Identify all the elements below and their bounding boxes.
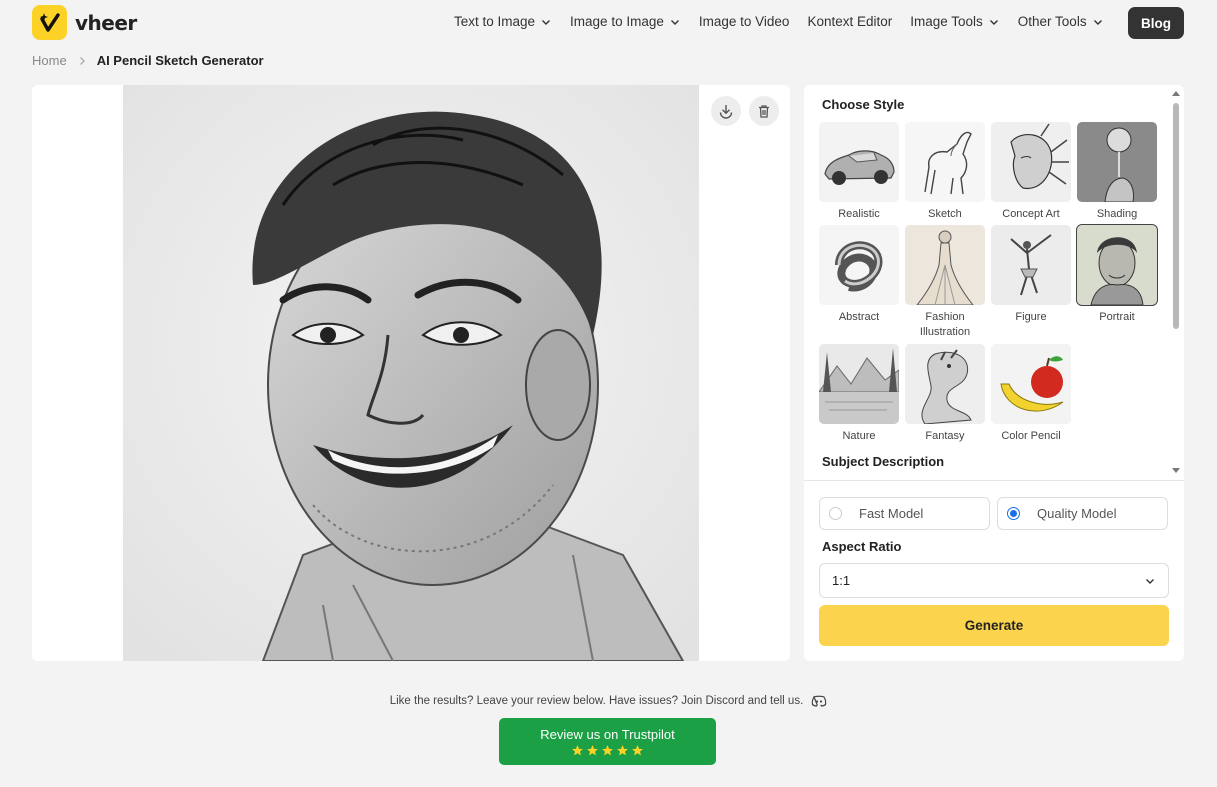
- style-thumbnail: [991, 225, 1071, 305]
- style-option-concept-art[interactable]: Concept Art: [991, 122, 1071, 222]
- page-title: AI Pencil Sketch Generator: [96, 53, 264, 68]
- style-label: Portrait: [1099, 311, 1135, 323]
- radio-button[interactable]: [829, 507, 842, 520]
- style-option-figure[interactable]: Figure: [991, 225, 1071, 325]
- style-label: Abstract: [838, 311, 880, 323]
- nav-kontext-editor[interactable]: Kontext Editor: [807, 14, 892, 29]
- style-option-shading[interactable]: Shading: [1077, 122, 1157, 222]
- blog-button[interactable]: Blog: [1128, 7, 1184, 39]
- fast-model-option[interactable]: Fast Model: [819, 497, 990, 530]
- style-option-realistic[interactable]: Realistic: [819, 122, 899, 222]
- style-option-fashion-illustration[interactable]: Fashion Illustration: [905, 225, 985, 340]
- style-option-nature[interactable]: Nature: [819, 344, 899, 444]
- style-option-fantasy[interactable]: Fantasy: [905, 344, 985, 444]
- nav-image-tools[interactable]: Image Tools: [910, 14, 1000, 29]
- chevron-down-icon: [1146, 578, 1154, 584]
- style-label: Sketch: [928, 208, 962, 220]
- nav-label: Text to Image: [454, 14, 536, 29]
- trustpilot-review-button[interactable]: Review us on Trustpilot: [499, 718, 716, 765]
- nav-label: Other Tools: [1017, 14, 1087, 29]
- subject-description-heading: Subject Description: [822, 454, 945, 469]
- quality-model-option[interactable]: Quality Model: [997, 497, 1168, 530]
- result-image-panel: [32, 85, 790, 661]
- style-label: Shading: [1096, 208, 1138, 220]
- scroll-down-arrow-icon[interactable]: [1172, 468, 1180, 473]
- nav-image-to-image[interactable]: Image to Image: [570, 14, 681, 29]
- style-thumbnail: [905, 225, 985, 305]
- style-thumbnail: [991, 344, 1071, 424]
- download-icon: [719, 105, 733, 119]
- main-nav: Text to Image Image to Image Image to Vi…: [454, 14, 1122, 29]
- style-thumbnail: [819, 122, 899, 202]
- top-header: vheer Text to Image Image to Image Image…: [0, 0, 1217, 46]
- style-option-abstract[interactable]: Abstract: [819, 225, 899, 325]
- settings-panel: Choose Style Realistic Sketch Concept Ar…: [804, 85, 1184, 661]
- style-label: Color Pencil: [1001, 430, 1061, 442]
- breadcrumb: Home AI Pencil Sketch Generator: [32, 53, 264, 68]
- nav-label: Kontext Editor: [807, 14, 893, 29]
- brand-name: vheer: [75, 10, 137, 35]
- nav-other-tools[interactable]: Other Tools: [1018, 14, 1104, 29]
- style-label: Realistic: [838, 208, 880, 220]
- style-thumbnail: [819, 225, 899, 305]
- star-icon: [617, 744, 628, 755]
- trustpilot-label: Review us on Trustpilot: [540, 726, 675, 742]
- star-icon: [572, 744, 583, 755]
- style-label: Fashion Illustration: [919, 311, 971, 338]
- style-thumbnail: [905, 344, 985, 424]
- download-button[interactable]: [711, 96, 741, 126]
- star-icon: [602, 744, 613, 755]
- scroll-up-arrow-icon[interactable]: [1172, 91, 1180, 96]
- style-option-portrait[interactable]: Portrait: [1076, 224, 1158, 325]
- scrollbar-thumb[interactable]: [1173, 103, 1179, 329]
- style-label: Concept Art: [1002, 208, 1060, 220]
- style-option-color-pencil[interactable]: Color Pencil: [991, 344, 1071, 444]
- chevron-down-icon: [1093, 19, 1102, 25]
- chevron-down-icon: [542, 19, 551, 25]
- vheer-logo-icon: [32, 5, 67, 40]
- rating-stars: [571, 744, 644, 757]
- choose-style-heading: Choose Style: [822, 97, 905, 112]
- breadcrumb-home-link[interactable]: Home: [32, 53, 67, 68]
- style-label: Fantasy: [925, 430, 965, 442]
- chevron-down-icon: [670, 19, 679, 25]
- aspect-ratio-heading: Aspect Ratio: [822, 539, 902, 554]
- nav-image-to-video[interactable]: Image to Video: [699, 14, 790, 29]
- style-thumbnail: [905, 122, 985, 202]
- radio-button-selected[interactable]: [1007, 507, 1020, 520]
- style-label: Figure: [1015, 311, 1047, 323]
- generate-button[interactable]: Generate: [819, 605, 1169, 646]
- chevron-down-icon: [989, 19, 998, 25]
- quality-model-label: Quality Model: [1037, 506, 1117, 521]
- style-scrollbar[interactable]: [1170, 91, 1182, 475]
- nav-label: Image to Image: [570, 14, 664, 29]
- feedback-text: Like the results? Leave your review belo…: [389, 695, 804, 707]
- brand-logo[interactable]: vheer: [32, 5, 137, 40]
- nav-text-to-image[interactable]: Text to Image: [454, 14, 552, 29]
- star-icon: [587, 744, 598, 755]
- chevron-right-icon: [79, 56, 85, 65]
- style-thumbnail: [819, 344, 899, 424]
- feedback-row: Like the results? Leave your review belo…: [0, 695, 1217, 707]
- delete-button[interactable]: [749, 96, 779, 126]
- style-thumbnail: [991, 122, 1071, 202]
- aspect-ratio-value: 1:1: [832, 573, 851, 588]
- style-thumbnail: [1076, 224, 1158, 306]
- nav-label: Image Tools: [910, 14, 983, 29]
- generated-portrait-image: [123, 85, 699, 661]
- fast-model-label: Fast Model: [859, 506, 924, 521]
- trash-icon: [759, 105, 769, 118]
- aspect-ratio-select[interactable]: 1:1: [819, 563, 1169, 598]
- discord-icon[interactable]: [811, 695, 827, 707]
- style-scroll-area[interactable]: Choose Style Realistic Sketch Concept Ar…: [804, 85, 1184, 481]
- style-thumbnail: [1077, 122, 1157, 202]
- style-option-sketch[interactable]: Sketch: [905, 122, 985, 222]
- nav-label: Image to Video: [698, 14, 790, 29]
- star-icon: [632, 744, 643, 755]
- style-label: Nature: [842, 430, 876, 442]
